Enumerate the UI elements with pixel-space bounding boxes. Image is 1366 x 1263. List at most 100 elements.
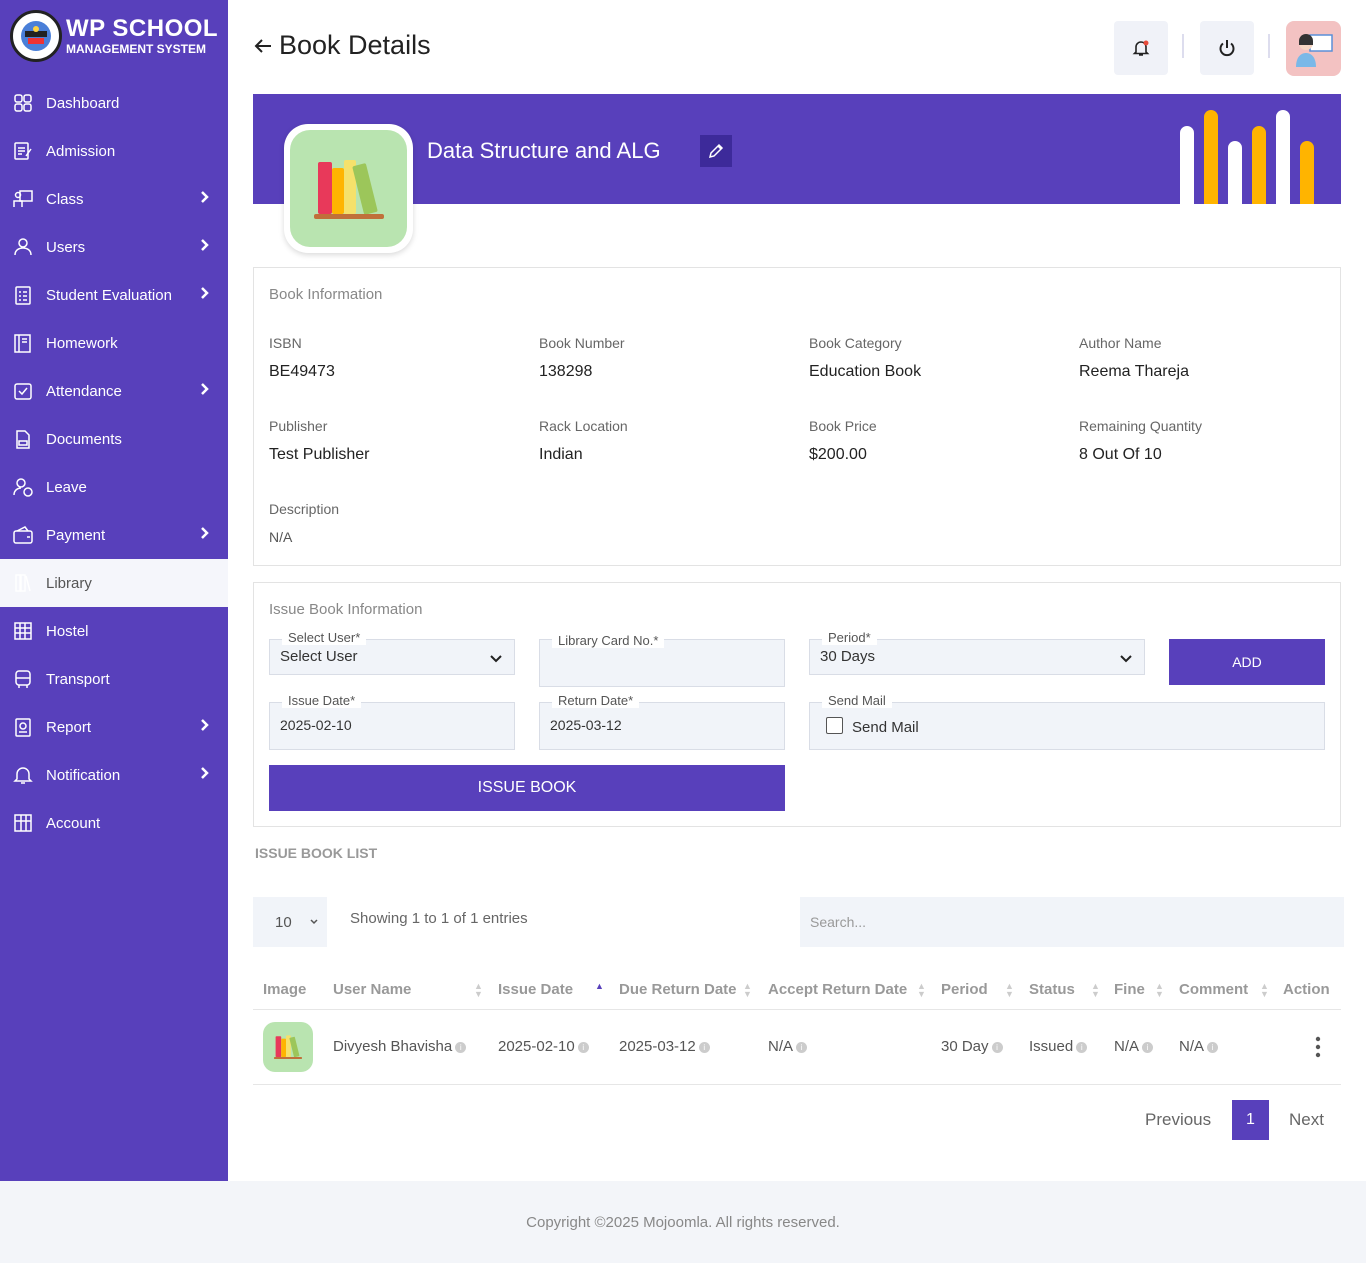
- info-icon: i: [1142, 1041, 1154, 1053]
- sort-icon[interactable]: ▲ ▼: [1155, 982, 1164, 999]
- column-header-user-name[interactable]: User Name: [333, 981, 411, 998]
- copyright-text: Copyright ©2025 Mojoomla. All rights res…: [526, 1213, 840, 1231]
- select-user-dropdown[interactable]: Select User* Select User: [269, 630, 515, 675]
- back-link[interactable]: Book Details: [253, 30, 431, 61]
- sidebar-item-dashboard[interactable]: Dashboard: [0, 79, 228, 127]
- info-icon: i: [698, 1041, 710, 1053]
- sort-icon[interactable]: ▲ ▼: [474, 982, 483, 999]
- top-bar: Book Details: [253, 0, 1341, 94]
- library-card-input[interactable]: Library Card No.*: [539, 633, 785, 687]
- sidebar-item-label: Users: [46, 238, 86, 256]
- sidebar-item-library[interactable]: Library: [0, 559, 228, 607]
- sort-icon[interactable]: ▲ ▼: [595, 982, 604, 999]
- sidebar-item-label: Admission: [46, 142, 116, 160]
- sidebar-item-label: Attendance: [46, 382, 122, 400]
- cell-fine: N/A i: [1114, 1038, 1154, 1055]
- page-length-select[interactable]: 10: [253, 897, 327, 947]
- arrow-left-icon: [254, 38, 271, 53]
- sidebar-item-attendance[interactable]: Attendance: [0, 367, 228, 415]
- issue-book-button[interactable]: ISSUE BOOK: [269, 765, 785, 811]
- notification-button[interactable]: [1114, 21, 1168, 75]
- sidebar-item-documents[interactable]: Documents: [0, 415, 228, 463]
- sidebar-nav: Dashboard Admission Class Users Student Eval…: [0, 79, 228, 847]
- divider: [253, 1009, 1341, 1010]
- sidebar-item-notification[interactable]: Notification: [0, 751, 228, 799]
- column-header-accept-return-date[interactable]: Accept Return Date: [768, 981, 907, 998]
- divider: [253, 1084, 1341, 1085]
- sidebar-item-class[interactable]: Class: [0, 175, 228, 223]
- bus-icon: [12, 668, 34, 690]
- search-input[interactable]: Search...: [800, 897, 1344, 947]
- logout-button[interactable]: [1200, 21, 1254, 75]
- isbn-field: ISBN BE49473: [269, 335, 335, 380]
- return-date-input[interactable]: Return Date* 2025-03-12: [539, 693, 785, 750]
- sort-icon[interactable]: ▲ ▼: [917, 982, 926, 999]
- sidebar-item-label: Homework: [46, 334, 118, 352]
- chevron-right-icon: [200, 286, 210, 304]
- add-button[interactable]: ADD: [1169, 639, 1325, 685]
- send-mail-checkbox[interactable]: [826, 717, 843, 734]
- sidebar-item-leave[interactable]: Leave: [0, 463, 228, 511]
- edit-book-button[interactable]: [700, 135, 732, 167]
- period-dropdown[interactable]: Period* 30 Days: [809, 630, 1145, 675]
- cell-status: Issued i: [1029, 1038, 1088, 1055]
- class-icon: [12, 188, 34, 210]
- brand-title: WP SCHOOL: [66, 15, 219, 42]
- column-header-image: Image: [263, 981, 307, 998]
- divider: [1182, 34, 1184, 58]
- pagination-previous[interactable]: Previous: [1145, 1110, 1211, 1130]
- pagination-page[interactable]: 1: [1232, 1100, 1269, 1140]
- issue-date-input[interactable]: Issue Date* 2025-02-10: [269, 693, 515, 750]
- sidebar-item-transport[interactable]: Transport: [0, 655, 228, 703]
- column-header-status[interactable]: Status: [1029, 981, 1075, 998]
- sort-icon[interactable]: ▲ ▼: [1005, 982, 1014, 999]
- sidebar-item-label: Documents: [46, 430, 122, 448]
- row-book-image: [263, 1022, 313, 1072]
- info-icon: i: [455, 1041, 467, 1053]
- sidebar: WP SCHOOL MANAGEMENT SYSTEM Dashboard Adm…: [0, 0, 228, 1181]
- sort-icon[interactable]: ▲ ▼: [1260, 982, 1269, 999]
- sidebar-item-label: Transport: [46, 670, 110, 688]
- column-header-due-return-date[interactable]: Due Return Date: [619, 981, 737, 998]
- dashboard-icon: [12, 92, 34, 114]
- sidebar-item-report[interactable]: Report: [0, 703, 228, 751]
- book-category-field: Book Category Education Book: [809, 335, 922, 380]
- sidebar-item-admission[interactable]: Admission: [0, 127, 228, 175]
- admission-icon: [12, 140, 34, 162]
- avatar[interactable]: [1286, 21, 1341, 76]
- chevron-down-icon: [1120, 655, 1132, 663]
- book-number-field: Book Number 138298: [539, 335, 625, 380]
- pagination-next[interactable]: Next: [1289, 1110, 1324, 1130]
- footer: Copyright ©2025 Mojoomla. All rights res…: [0, 1181, 1366, 1263]
- column-header-issue-date[interactable]: Issue Date: [498, 981, 573, 998]
- cell-due-date: 2025-03-12 i: [619, 1038, 710, 1055]
- sidebar-item-payment[interactable]: Payment: [0, 511, 228, 559]
- column-header-period[interactable]: Period: [941, 981, 988, 998]
- column-header-comment[interactable]: Comment: [1179, 981, 1248, 998]
- teacher-avatar-icon: [1295, 33, 1333, 67]
- column-header-fine[interactable]: Fine: [1114, 981, 1145, 998]
- school-logo-icon: [10, 10, 62, 62]
- book-title: Data Structure and ALG: [427, 138, 661, 163]
- sidebar-item-users[interactable]: Users: [0, 223, 228, 271]
- sidebar-item-homework[interactable]: Homework: [0, 319, 228, 367]
- sidebar-item-hostel[interactable]: Hostel: [0, 607, 228, 655]
- library-icon: [12, 572, 34, 594]
- leave-icon: [12, 476, 34, 498]
- info-icon: i: [1207, 1041, 1219, 1053]
- payment-icon: [12, 524, 34, 546]
- decorative-bars: [1180, 94, 1320, 204]
- sort-icon[interactable]: ▲ ▼: [743, 982, 752, 999]
- books-icon: [274, 1035, 302, 1059]
- book-image: [284, 124, 413, 253]
- brand[interactable]: WP SCHOOL MANAGEMENT SYSTEM: [10, 10, 218, 62]
- attendance-icon: [12, 380, 34, 402]
- sidebar-item-account[interactable]: Account: [0, 799, 228, 847]
- sort-icon[interactable]: ▲ ▼: [1091, 982, 1100, 999]
- sidebar-item-label: Dashboard: [46, 94, 120, 112]
- sidebar-item-label: Class: [46, 190, 84, 208]
- info-icon: i: [577, 1041, 589, 1053]
- power-icon: [1219, 40, 1235, 57]
- more-options-icon[interactable]: [1315, 1036, 1321, 1063]
- sidebar-item-student-evaluation[interactable]: Student Evaluation: [0, 271, 228, 319]
